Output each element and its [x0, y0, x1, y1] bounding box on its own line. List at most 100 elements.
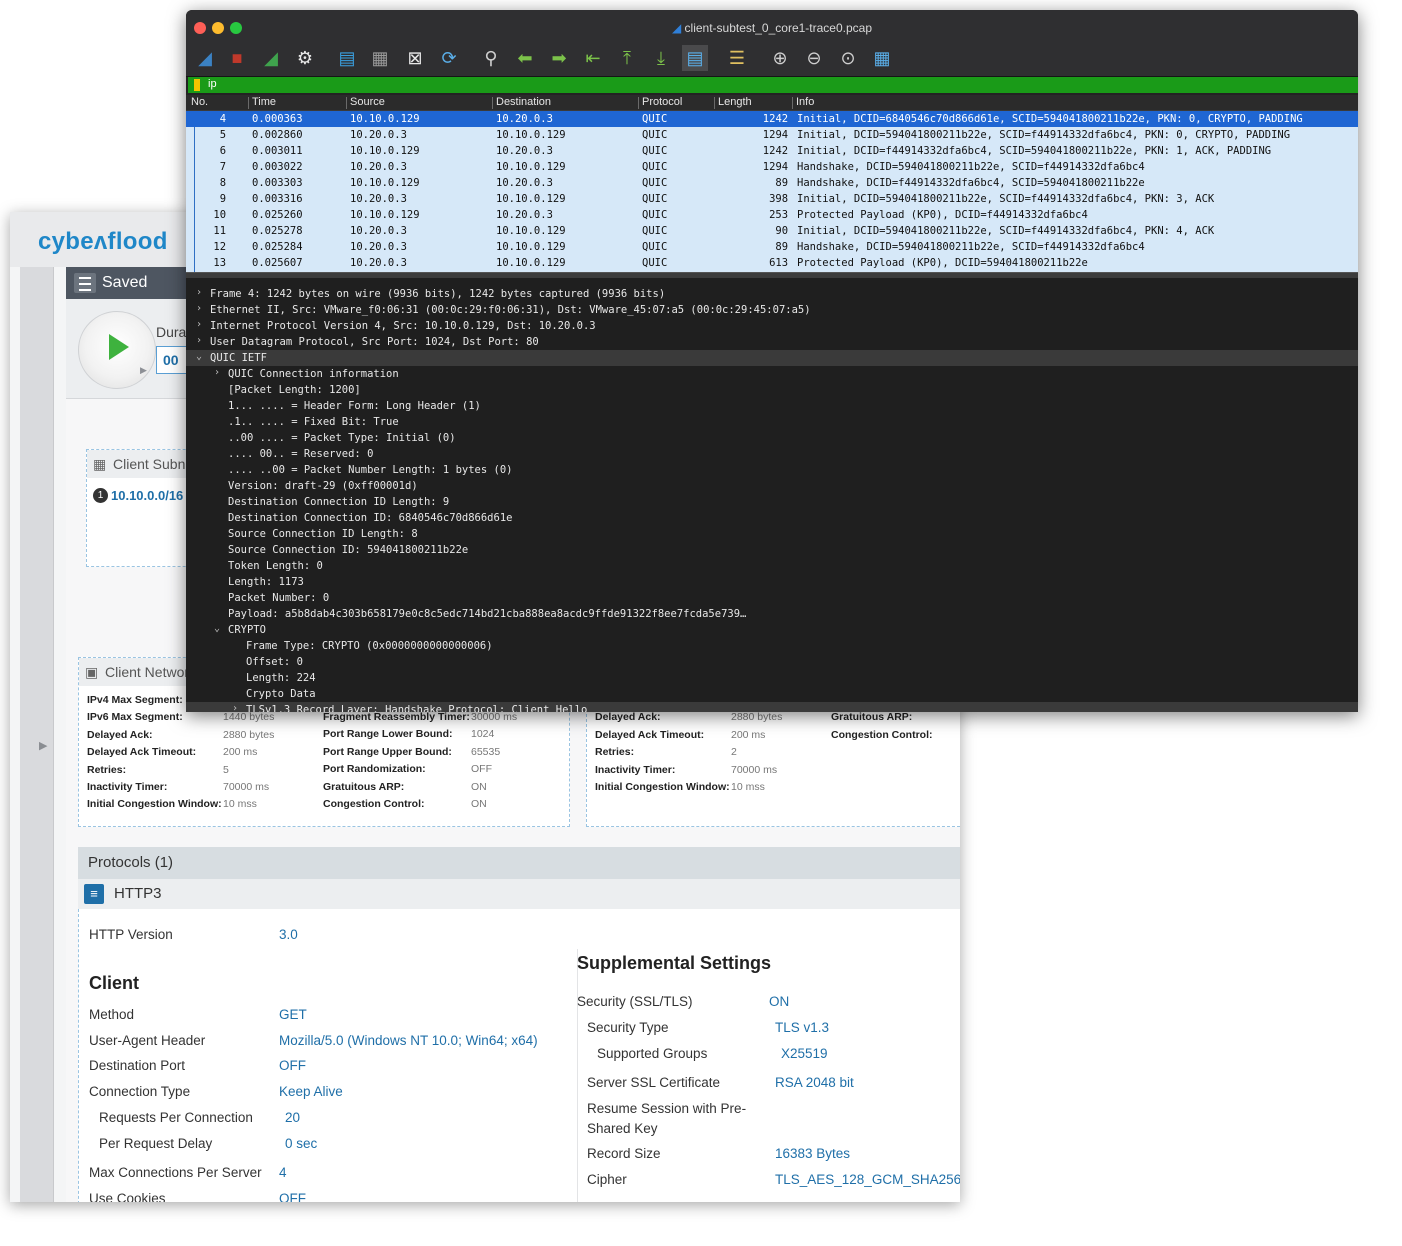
- packet-row[interactable]: 11 0.025278 10.20.0.3 10.10.0.129 QUIC 90 Init…: [186, 223, 1358, 239]
- detail-tree-item[interactable]: Payload: a5b8dab4c303b658179e0c8c5edc714…: [186, 606, 1358, 622]
- expand-arrow-icon[interactable]: ▶: [39, 739, 47, 752]
- detail-tree-item[interactable]: .1.. .... = Fixed Bit: True: [186, 414, 1358, 430]
- column-separator[interactable]: [492, 97, 493, 109]
- expand-arrow-icon[interactable]: ›: [232, 703, 238, 712]
- client-setting-value[interactable]: OFF: [279, 1058, 306, 1073]
- menu-icon[interactable]: [74, 273, 96, 293]
- shark-fin-start-icon[interactable]: ◢: [192, 45, 218, 71]
- supplemental-setting-value[interactable]: RSA 2048 bit: [775, 1075, 854, 1090]
- detail-tree-item[interactable]: 1... .... = Header Form: Long Header (1): [186, 398, 1358, 414]
- save-file-icon[interactable]: ▦: [367, 45, 393, 71]
- detail-tree-item[interactable]: Offset: 0: [186, 654, 1358, 670]
- packet-row[interactable]: 8 0.003303 10.10.0.129 10.20.0.3 QUIC 89 Hands…: [186, 175, 1358, 191]
- display-filter-bar[interactable]: ip: [188, 77, 1358, 93]
- collapse-arrow-icon[interactable]: ⌄: [214, 623, 220, 634]
- detail-tree-item[interactable]: Frame Type: CRYPTO (0x0000000000000006): [186, 638, 1358, 654]
- detail-tree-item[interactable]: Source Connection ID: 594041800211b22e: [186, 542, 1358, 558]
- packet-row[interactable]: 10 0.025260 10.10.0.129 10.20.0.3 QUIC 253 Pro…: [186, 207, 1358, 223]
- detail-tree-item[interactable]: Packet Number: 0: [186, 590, 1358, 606]
- supplemental-setting-value[interactable]: ON: [769, 994, 789, 1009]
- stop-capture-icon[interactable]: ■: [224, 45, 250, 71]
- packet-row[interactable]: 9 0.003316 10.20.0.3 10.10.0.129 QUIC 398 Init…: [186, 191, 1358, 207]
- packet-row[interactable]: 4 0.000363 10.10.0.129 10.20.0.3 QUIC 1242 Ini…: [186, 111, 1358, 127]
- detail-tree-item[interactable]: Length: 1173: [186, 574, 1358, 590]
- client-setting-value[interactable]: 20: [285, 1110, 300, 1125]
- detail-tree-item[interactable]: .... ..00 = Packet Number Length: 1 byte…: [186, 462, 1358, 478]
- packet-list[interactable]: 4 0.000363 10.10.0.129 10.20.0.3 QUIC 1242 Ini…: [186, 111, 1358, 272]
- auto-scroll-icon[interactable]: ▤: [682, 45, 708, 71]
- go-last-icon[interactable]: ⤓: [648, 45, 674, 71]
- close-file-icon[interactable]: ⊠: [402, 45, 428, 71]
- detail-tree-item[interactable]: ..00 .... = Packet Type: Initial (0): [186, 430, 1358, 446]
- packet-details-tree[interactable]: › Frame 4: 1242 bytes on wire (9936 bits)…: [186, 278, 1358, 712]
- detail-tree-item[interactable]: [Packet Length: 1200]: [186, 382, 1358, 398]
- expand-arrow-icon[interactable]: ›: [196, 303, 202, 314]
- client-setting-value[interactable]: 4: [279, 1165, 287, 1180]
- play-button[interactable]: [78, 311, 156, 389]
- client-setting-value[interactable]: GET: [279, 1007, 307, 1022]
- client-setting-value[interactable]: Mozilla/5.0 (Windows NT 10.0; Win64; x64…: [279, 1033, 538, 1048]
- client-setting-value[interactable]: Keep Alive: [279, 1084, 343, 1099]
- zoom-out-icon[interactable]: ⊖: [801, 45, 827, 71]
- packet-row[interactable]: 7 0.003022 10.20.0.3 10.10.0.129 QUIC 1294 Han…: [186, 159, 1358, 175]
- detail-tree-item[interactable]: › Frame 4: 1242 bytes on wire (9936 bits)…: [186, 286, 1358, 302]
- detail-tree-item[interactable]: › QUIC Connection information: [186, 366, 1358, 382]
- display-filter-input[interactable]: ip: [208, 78, 217, 90]
- resize-columns-icon[interactable]: ▦: [869, 45, 895, 71]
- expand-arrow-icon[interactable]: ›: [196, 287, 202, 298]
- expand-arrow-icon[interactable]: ›: [214, 367, 220, 378]
- find-packet-icon[interactable]: ⚲: [478, 45, 504, 71]
- detail-tree-item[interactable]: Token Length: 0: [186, 558, 1358, 574]
- collapse-arrow-icon[interactable]: ⌄: [196, 351, 202, 362]
- supplemental-setting-value[interactable]: X25519: [781, 1046, 828, 1061]
- column-header-time[interactable]: Time: [252, 96, 276, 108]
- client-setting-value[interactable]: 0 sec: [285, 1136, 317, 1151]
- detail-tree-item[interactable]: › TLSv1.3 Record Layer: Handshake Protoco…: [186, 702, 1358, 712]
- detail-tree-item[interactable]: ⌄ QUIC IETF: [186, 350, 1358, 366]
- detail-tree-item[interactable]: Crypto Data: [186, 686, 1358, 702]
- column-separator[interactable]: [248, 97, 249, 109]
- restart-capture-icon[interactable]: ◢: [258, 45, 284, 71]
- packet-row[interactable]: 13 0.025607 10.20.0.3 10.10.0.129 QUIC 613 Pro…: [186, 255, 1358, 271]
- go-forward-icon[interactable]: ➡: [546, 45, 572, 71]
- zoom-in-icon[interactable]: ⊕: [767, 45, 793, 71]
- client-setting-value[interactable]: OFF: [279, 1191, 306, 1202]
- detail-tree-item[interactable]: Destination Connection ID: 6840546c70d86…: [186, 510, 1358, 526]
- http3-header[interactable]: ≡ HTTP3: [78, 879, 960, 909]
- column-header-destination[interactable]: Destination: [496, 96, 551, 108]
- packet-row[interactable]: 12 0.025284 10.20.0.3 10.10.0.129 QUIC 89 Hand…: [186, 239, 1358, 255]
- http-version-value[interactable]: 3.0: [279, 927, 298, 942]
- go-first-icon[interactable]: ⤒: [614, 45, 640, 71]
- bookmark-icon[interactable]: [194, 79, 200, 91]
- column-separator[interactable]: [714, 97, 715, 109]
- detail-tree-item[interactable]: Source Connection ID Length: 8: [186, 526, 1358, 542]
- detail-tree-item[interactable]: Version: draft-29 (0xff00001d): [186, 478, 1358, 494]
- capture-options-icon[interactable]: ⚙: [292, 45, 318, 71]
- colorize-icon[interactable]: ☰: [724, 45, 750, 71]
- expand-arrow-icon[interactable]: ›: [196, 319, 202, 330]
- detail-tree-item[interactable]: › Internet Protocol Version 4, Src: 10.10…: [186, 318, 1358, 334]
- supplemental-setting-value[interactable]: TLS_AES_128_GCM_SHA256: [775, 1172, 960, 1187]
- detail-tree-item[interactable]: › Ethernet II, Src: VMware_f0:06:31 (00:0…: [186, 302, 1358, 318]
- go-back-icon[interactable]: ⬅: [512, 45, 538, 71]
- packet-row[interactable]: 5 0.002860 10.20.0.3 10.10.0.129 QUIC 1294 Ini…: [186, 127, 1358, 143]
- supplemental-setting-value[interactable]: TLS v1.3: [775, 1020, 829, 1035]
- play-options-caret-icon[interactable]: ▶: [140, 365, 147, 376]
- detail-tree-item[interactable]: Length: 224: [186, 670, 1358, 686]
- column-separator[interactable]: [792, 97, 793, 109]
- packet-row[interactable]: 6 0.003011 10.10.0.129 10.20.0.3 QUIC 1242 Ini…: [186, 143, 1358, 159]
- subnet-ip-link[interactable]: 10.10.0.0/16: [111, 488, 183, 503]
- column-separator[interactable]: [638, 97, 639, 109]
- column-header-no[interactable]: No.: [191, 96, 208, 108]
- open-file-icon[interactable]: ▤: [334, 45, 360, 71]
- protocols-section-header[interactable]: Protocols (1): [78, 847, 960, 879]
- column-header-info[interactable]: Info: [796, 96, 814, 108]
- supplemental-setting-value[interactable]: 16383 Bytes: [775, 1146, 850, 1161]
- detail-tree-item[interactable]: › User Datagram Protocol, Src Port: 1024,…: [186, 334, 1358, 350]
- detail-tree-item[interactable]: .... 00.. = Reserved: 0: [186, 446, 1358, 462]
- reload-file-icon[interactable]: ⟳: [436, 45, 462, 71]
- detail-tree-item[interactable]: ⌄ CRYPTO: [186, 622, 1358, 638]
- detail-tree-item[interactable]: Destination Connection ID Length: 9: [186, 494, 1358, 510]
- column-header-length[interactable]: Length: [718, 96, 752, 108]
- column-header-protocol[interactable]: Protocol: [642, 96, 682, 108]
